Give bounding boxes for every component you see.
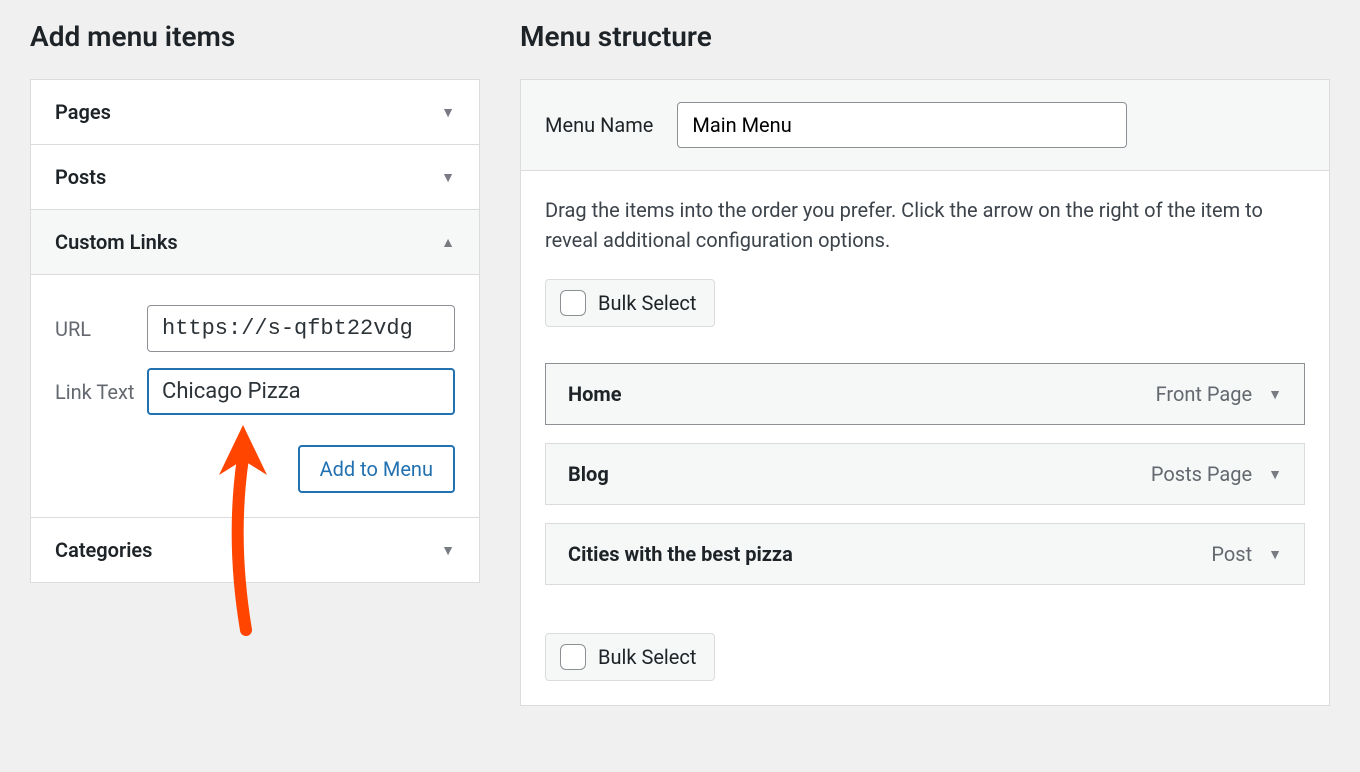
accordion-categories[interactable]: Categories ▼ (31, 518, 479, 582)
menu-structure-panel: Menu Name Drag the items into the order … (520, 79, 1330, 706)
url-label: URL (55, 317, 147, 341)
accordion-posts[interactable]: Posts ▼ (31, 145, 479, 210)
chevron-down-icon: ▼ (441, 169, 455, 186)
menu-item-type: Posts Page (1151, 462, 1252, 486)
bulk-select-checkbox[interactable] (560, 290, 586, 316)
accordion-pages-title: Pages (55, 100, 111, 124)
chevron-down-icon[interactable]: ▼ (1268, 466, 1282, 483)
accordion-pages[interactable]: Pages ▼ (31, 80, 479, 145)
menu-instructions: Drag the items into the order you prefer… (545, 195, 1305, 255)
bulk-select-top[interactable]: Bulk Select (545, 279, 715, 327)
menu-structure-heading: Menu structure (520, 20, 1330, 53)
chevron-up-icon: ▲ (441, 234, 455, 251)
accordion-custom-links-title: Custom Links (55, 230, 178, 254)
bulk-select-label: Bulk Select (598, 645, 696, 669)
menu-item-blog[interactable]: Blog Posts Page ▼ (545, 443, 1305, 505)
chevron-down-icon: ▼ (441, 104, 455, 121)
chevron-down-icon[interactable]: ▼ (1268, 546, 1282, 563)
bulk-select-label: Bulk Select (598, 291, 696, 315)
accordion-posts-title: Posts (55, 165, 106, 189)
accordion-categories-title: Categories (55, 538, 152, 562)
menu-item-cities[interactable]: Cities with the best pizza Post ▼ (545, 523, 1305, 585)
custom-links-body: URL Link Text Add to Menu (31, 275, 479, 518)
chevron-down-icon: ▼ (441, 542, 455, 559)
accordion-custom-links[interactable]: Custom Links ▲ (31, 210, 479, 275)
menu-item-title: Cities with the best pizza (568, 542, 793, 566)
chevron-down-icon[interactable]: ▼ (1268, 386, 1282, 403)
menu-item-type: Post (1211, 542, 1252, 566)
menu-item-type: Front Page (1156, 382, 1253, 406)
bulk-select-checkbox[interactable] (560, 644, 586, 670)
menu-item-title: Home (568, 382, 622, 406)
menu-structure-header: Menu Name (521, 80, 1329, 171)
add-to-menu-button[interactable]: Add to Menu (298, 445, 455, 493)
link-text-input[interactable] (147, 368, 455, 415)
url-input[interactable] (147, 305, 455, 352)
menu-item-title: Blog (568, 462, 609, 486)
menu-item-home[interactable]: Home Front Page ▼ (545, 363, 1305, 425)
link-text-label: Link Text (55, 380, 147, 404)
bulk-select-bottom[interactable]: Bulk Select (545, 633, 715, 681)
menu-name-input[interactable] (677, 102, 1127, 148)
add-menu-items-heading: Add menu items (30, 20, 480, 53)
accordion-panel: Pages ▼ Posts ▼ Custom Links ▲ URL Link … (30, 79, 480, 583)
menu-name-label: Menu Name (545, 113, 653, 137)
